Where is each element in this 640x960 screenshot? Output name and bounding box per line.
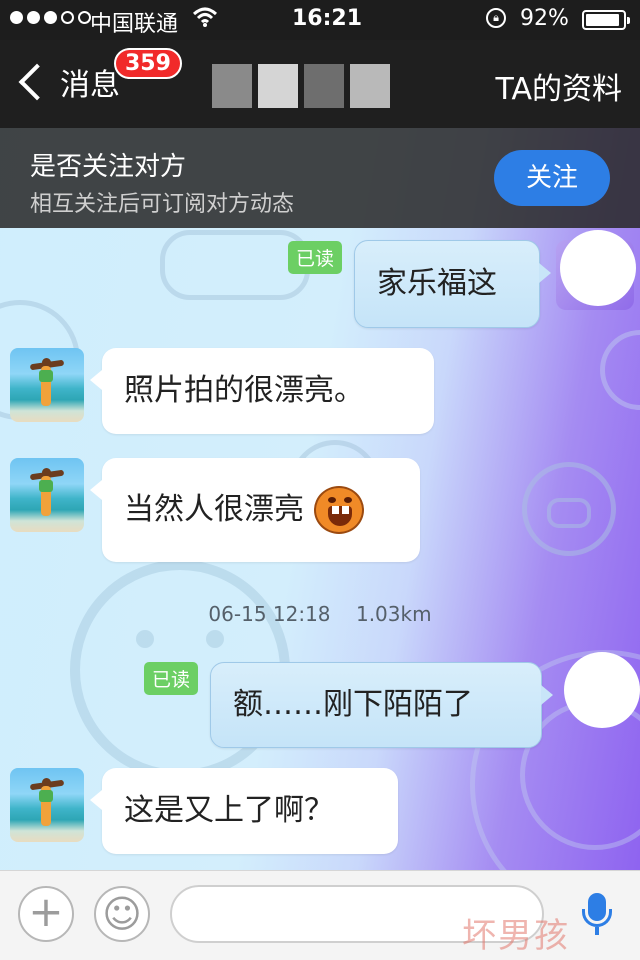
message-bubble-outgoing[interactable]: 家乐福这 <box>354 240 551 328</box>
clock: 16:21 <box>292 6 363 31</box>
microphone-icon[interactable] <box>568 885 626 943</box>
rotation-lock-icon: 🔒︎ <box>486 8 506 28</box>
timestamp-date: 06-15 12:18 <box>208 602 331 626</box>
contact-avatar[interactable] <box>10 458 84 532</box>
contact-avatar[interactable] <box>10 348 84 422</box>
message-text: 当然人很漂亮 <box>124 492 304 527</box>
smiley-icon[interactable]: ☺︎ <box>94 886 150 942</box>
wifi-icon <box>192 6 218 34</box>
my-avatar[interactable] <box>560 230 636 306</box>
contact-avatar[interactable] <box>10 768 84 842</box>
nav-bar: 消息 359 TA的资料 <box>0 40 640 128</box>
back-button[interactable]: 消息 <box>14 60 120 104</box>
follow-subtitle: 相互关注后可订阅对方动态 <box>30 192 295 217</box>
message-text: 额……刚下陌陌了 <box>233 687 473 722</box>
message-bubble-incoming[interactable]: 照片拍的很漂亮。 <box>90 348 434 434</box>
message-timestamp: 06-15 12:18 1.03km <box>0 602 640 626</box>
message-text: 家乐福这 <box>377 266 497 301</box>
profile-link[interactable]: TA的资料 <box>495 64 622 108</box>
status-bar: 中国联通 16:21 🔒︎ 92% <box>0 0 640 40</box>
pig-doodle-icon <box>522 462 616 556</box>
chat-screen: 中国联通 16:21 🔒︎ 92% 消息 359 TA的资料 是否关注对方 相互… <box>0 0 640 960</box>
background-doodle <box>600 330 640 410</box>
follow-title: 是否关注对方 <box>30 152 187 182</box>
laughing-emoji-icon <box>314 486 364 534</box>
my-avatar[interactable] <box>564 652 640 728</box>
watermark-text: 坏男孩 <box>462 916 570 956</box>
chevron-left-icon <box>18 63 56 101</box>
message-bubble-incoming[interactable]: 这是又上了啊？ <box>90 768 398 854</box>
read-receipt: 已读 <box>288 241 343 274</box>
read-receipt: 已读 <box>144 662 199 695</box>
signal-dots-icon <box>10 11 91 24</box>
back-label: 消息 <box>60 68 120 103</box>
follow-button[interactable]: 关注 <box>494 150 610 206</box>
message-text: 照片拍的很漂亮。 <box>124 373 364 408</box>
timestamp-distance: 1.03km <box>355 602 432 626</box>
message-bubble-incoming[interactable]: 当然人很漂亮 <box>90 458 420 562</box>
battery-icon <box>582 10 630 30</box>
message-bubble-outgoing[interactable]: 额……刚下陌陌了 <box>210 662 553 748</box>
message-text: 这是又上了啊？ <box>124 793 334 828</box>
contact-name-blurred <box>212 64 390 108</box>
battery-percent: 92% <box>520 6 569 31</box>
follow-banner: 是否关注对方 相互关注后可订阅对方动态 关注 <box>0 128 640 228</box>
unread-badge: 359 <box>114 48 182 79</box>
carrier-name: 中国联通 <box>90 12 179 37</box>
plus-icon[interactable]: + <box>18 886 74 942</box>
